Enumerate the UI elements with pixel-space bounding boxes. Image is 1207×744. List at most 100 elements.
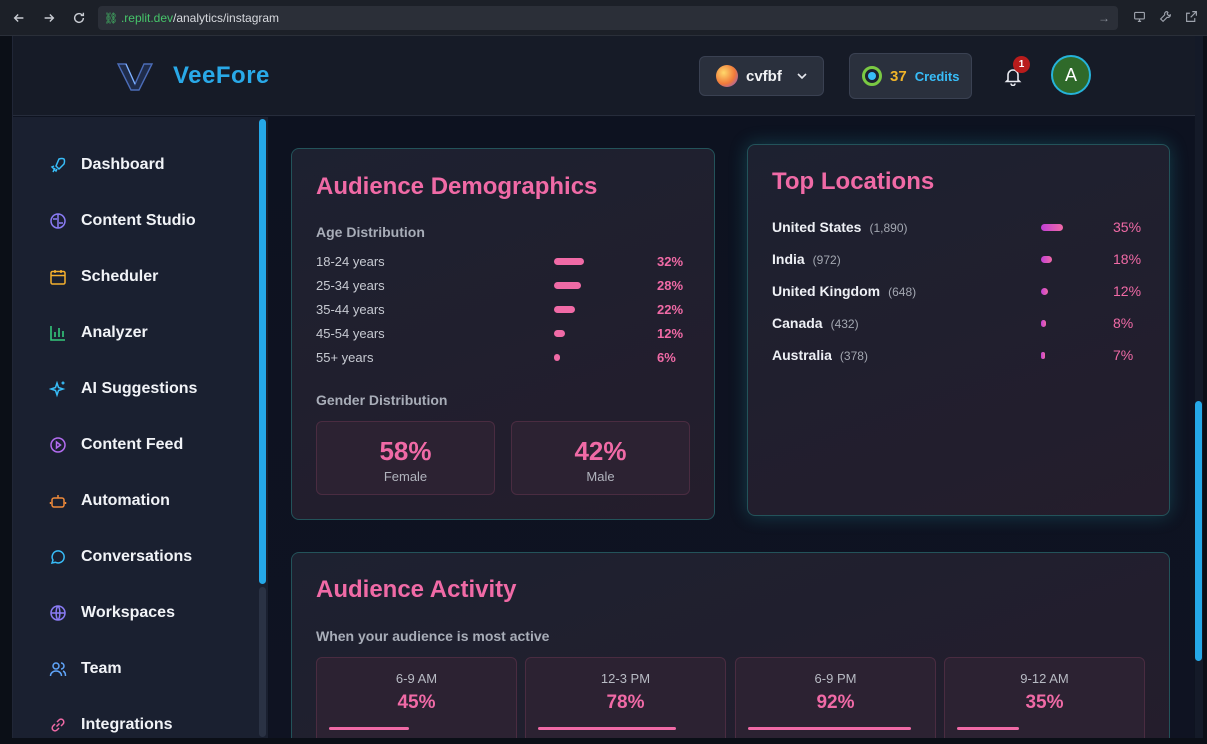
age-label: 45-54 years: [316, 326, 385, 341]
age-row: 35-44 years 22%: [316, 300, 696, 318]
reload-icon[interactable]: [68, 7, 90, 29]
sidebar-item-label: Dashboard: [81, 156, 165, 173]
main-content: Audience Demographics Age Distribution 1…: [269, 117, 1194, 738]
brain-icon: [50, 213, 66, 229]
forward-arrow-icon[interactable]: [38, 7, 60, 29]
activity-bar: [748, 727, 911, 730]
activity-pct: 45%: [397, 692, 436, 713]
sidebar-scroll-track: [259, 587, 266, 737]
age-label: 35-44 years: [316, 302, 385, 317]
chevron-down-icon: [797, 73, 807, 80]
location-count: (1,890): [869, 221, 908, 235]
female-label: Female: [383, 469, 428, 484]
location-pct: 7%: [1113, 347, 1134, 363]
sidebar-item-team[interactable]: Team: [49, 657, 122, 681]
sidebar-item-label: Conversations: [81, 548, 193, 565]
sidebar-item-dashboard[interactable]: Dashboard: [49, 153, 165, 177]
age-row: 55+ years 6%: [316, 348, 696, 366]
url-domain: .replit.dev: [120, 11, 173, 25]
workspace-name: cvfbf: [746, 67, 782, 85]
logo-text[interactable]: VeeFore: [173, 62, 270, 90]
veefore-logo-icon[interactable]: [116, 60, 154, 92]
sidebar-item-label: Workspaces: [81, 604, 175, 621]
audience-activity-card: Audience Activity When your audience is …: [291, 552, 1170, 738]
sidebar-scrollbar[interactable]: [259, 119, 266, 584]
location-pct: 18%: [1113, 251, 1142, 267]
location-bar: [1041, 288, 1049, 295]
location-pct: 12%: [1113, 283, 1142, 299]
bar-chart-icon: [50, 326, 65, 341]
calendar-icon: [50, 270, 66, 285]
location-bar: [1041, 320, 1046, 327]
activity-time: 9-12 AM: [1020, 671, 1069, 686]
location-name: United Kingdom: [772, 283, 881, 299]
location-name: Canada: [772, 315, 823, 331]
location-pct: 35%: [1113, 219, 1142, 235]
location-name: India: [772, 251, 805, 267]
card-title: Audience Activity: [316, 576, 517, 603]
activity-pct: 35%: [1025, 692, 1064, 713]
location-count: (972): [812, 253, 841, 267]
users-icon: [49, 662, 67, 677]
sidebar-item-conversations[interactable]: Conversations: [49, 545, 192, 569]
workspace-switcher-button[interactable]: cvfbf: [699, 56, 824, 96]
page-scrollbar[interactable]: [1195, 401, 1202, 661]
card-title: Audience Demographics: [316, 173, 598, 200]
age-label: 18-24 years: [316, 254, 385, 269]
age-bar: [554, 306, 575, 313]
sidebar-item-ai-suggestions[interactable]: AI Suggestions: [49, 377, 197, 401]
address-bar[interactable]: ⛓ .replit.dev/analytics/instagram →: [98, 6, 1118, 30]
activity-subtitle: When your audience is most active: [316, 628, 550, 644]
sidebar-item-label: Automation: [81, 492, 170, 509]
sidebar-item-label: Analyzer: [81, 324, 148, 341]
activity-pct: 78%: [606, 692, 645, 713]
browser-toolbar: ⛓ .replit.dev/analytics/instagram →: [0, 0, 1207, 36]
female-pct: 58%: [379, 436, 432, 466]
sidebar-item-analyzer[interactable]: Analyzer: [49, 321, 148, 345]
activity-slot: 12-3 PM 78%: [525, 657, 726, 738]
link-icon: [51, 718, 65, 732]
gender-distribution-label: Gender Distribution: [316, 392, 448, 408]
sidebar-item-label: Integrations: [81, 716, 173, 733]
activity-slot: 9-12 AM 35%: [944, 657, 1145, 738]
user-avatar[interactable]: A: [1051, 55, 1091, 95]
globe-icon: [50, 605, 66, 621]
location-row: Australia (378) 7%: [772, 347, 1152, 367]
credits-button[interactable]: 37 Credits: [849, 53, 972, 99]
go-arrow-icon[interactable]: →: [1098, 11, 1110, 25]
audience-demographics-card: Audience Demographics Age Distribution 1…: [291, 148, 715, 520]
workspace-avatar-icon: [716, 65, 738, 87]
location-bar: [1041, 256, 1053, 263]
sidebar-item-scheduler[interactable]: Scheduler: [49, 265, 158, 289]
sidebar-item-workspaces[interactable]: Workspaces: [49, 601, 175, 625]
sidebar-item-label: Content Feed: [81, 436, 184, 453]
sidebar-item-content-studio[interactable]: Content Studio: [49, 209, 196, 233]
location-name: United States: [772, 219, 862, 235]
external-link-icon[interactable]: [1181, 6, 1201, 26]
back-arrow-icon[interactable]: [8, 7, 30, 29]
link-icon: ⛓: [104, 12, 118, 25]
sidebar-item-integrations[interactable]: Integrations: [49, 713, 173, 737]
sparkles-icon: [49, 380, 66, 398]
male-stat-box: 42% Male: [511, 421, 690, 495]
age-label: 55+ years: [316, 350, 374, 365]
male-label: Male: [586, 469, 615, 484]
sidebar-item-content-feed[interactable]: Content Feed: [49, 433, 183, 457]
monitor-icon[interactable]: [1129, 6, 1149, 26]
activity-time: 6-9 AM: [395, 671, 438, 686]
age-pct: 12%: [657, 326, 684, 341]
top-locations-card: Top Locations United States (1,890) 35% I…: [747, 144, 1170, 516]
sidebar-item-automation[interactable]: Automation: [49, 489, 170, 513]
play-circle-icon: [50, 437, 66, 453]
bot-icon: [49, 495, 67, 508]
wrench-icon[interactable]: [1155, 6, 1175, 26]
activity-pct: 92%: [816, 692, 855, 713]
sidebar-item-label: Team: [81, 660, 122, 677]
activity-bar: [538, 727, 677, 730]
sidebar-item-label: Scheduler: [81, 268, 159, 285]
age-distribution-label: Age Distribution: [316, 224, 425, 240]
credits-count: 37: [890, 67, 907, 85]
location-bar: [1041, 224, 1063, 231]
age-bar: [554, 282, 581, 289]
notification-badge: 1: [1013, 56, 1030, 73]
